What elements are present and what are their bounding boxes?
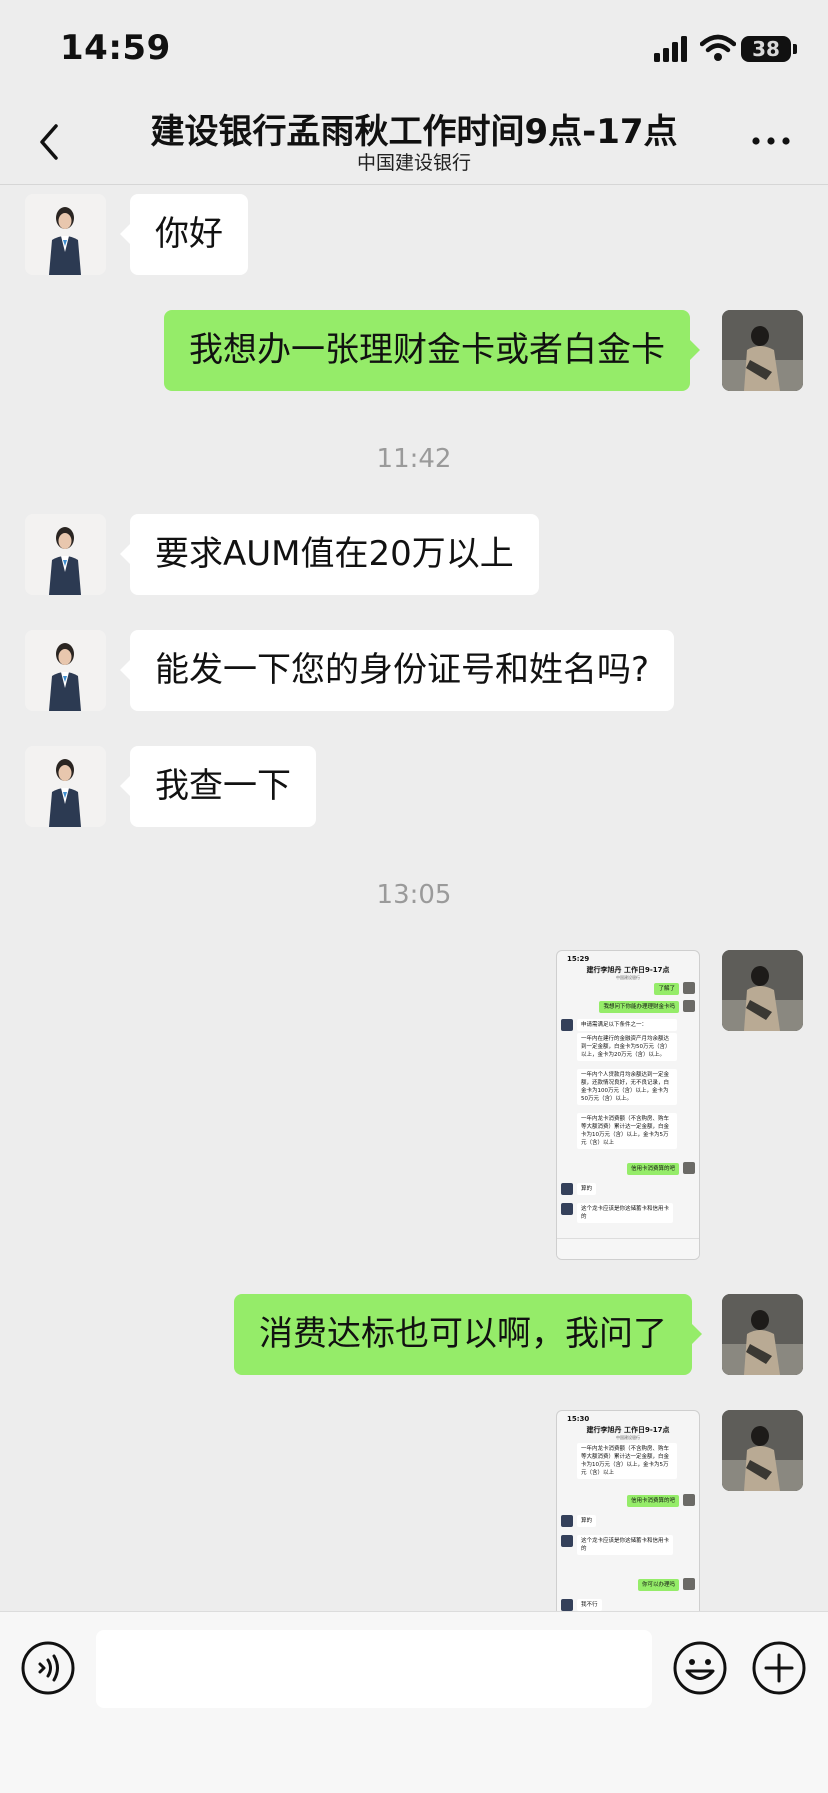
screenshot-status-time: 15:30 [567, 1415, 590, 1423]
screenshot-message: 信用卡消费算的吧 [626, 1163, 679, 1175]
chevron-left-icon[interactable] [24, 116, 74, 166]
message-bubble-received[interactable]: 我查一下 [120, 746, 316, 827]
user-photo-icon [722, 1294, 803, 1375]
battery-indicator: 38 [741, 36, 791, 62]
screenshot-chat-title: 建行李旭丹 工作日9-17点 [586, 1426, 670, 1434]
input-toolbar [0, 1611, 828, 1793]
contact-avatar[interactable] [25, 746, 106, 827]
screenshot-message: 一年内龙卡消费额（不含购房、购车等大额消费）累计达一定金额，白金卡为10万元（含… [577, 1443, 677, 1479]
screenshot-message: 信用卡消费算的吧 [626, 1495, 679, 1507]
screenshot-message: 申请需满足以下条件之一： [577, 1019, 677, 1031]
screenshot-chat-title: 建行李旭丹 工作日9-17点 [586, 966, 670, 974]
screenshot-avatar [561, 1535, 573, 1547]
status-bar: 14:59 38 [0, 0, 828, 96]
screenshot-avatar [561, 1183, 573, 1195]
screenshot-chat-subtitle: 中国建设银行 [616, 1435, 640, 1440]
more-dots-icon[interactable] [748, 116, 798, 166]
cellular-signal-icon [654, 36, 687, 62]
person-avatar-icon [25, 514, 106, 595]
message-input[interactable] [96, 1630, 652, 1708]
voice-icon[interactable] [20, 1640, 76, 1696]
message-bubble-received[interactable]: 能发一下您的身份证号和姓名吗? [119, 630, 675, 711]
message-bubble-sent[interactable]: 消费达标也可以啊，我问了 [234, 1294, 702, 1375]
screenshot-avatar [561, 1599, 573, 1611]
screenshot-message: 了解了 [654, 983, 679, 995]
user-avatar[interactable] [722, 1410, 803, 1491]
screenshot-message: 一年内在建行的金融资产月均余额达到一定金额，白金卡为50万元（含）以上，金卡为2… [577, 1033, 677, 1061]
person-avatar-icon [25, 630, 106, 711]
screenshot-avatar [683, 1000, 695, 1012]
screenshot-avatar [561, 1019, 573, 1031]
user-photo-icon [722, 950, 803, 1031]
person-avatar-icon [25, 194, 106, 275]
screenshot-message: 你可以办理吗 [637, 1579, 679, 1591]
contact-avatar[interactable] [25, 194, 106, 275]
plus-icon[interactable] [751, 1640, 807, 1696]
screenshot-avatar [561, 1203, 573, 1215]
emoji-icon[interactable] [672, 1640, 728, 1696]
screenshot-status-time: 15:29 [567, 955, 590, 963]
screenshot-avatar [561, 1515, 573, 1527]
screenshot-image-message[interactable]: 15:29 建行李旭丹 工作日9-17点 中国建设银行 了解了 我想问下你能办理… [556, 950, 700, 1260]
user-photo-icon [722, 1410, 803, 1491]
status-time: 14:59 [60, 28, 171, 68]
user-avatar[interactable] [722, 1294, 803, 1375]
contact-avatar[interactable] [25, 514, 106, 595]
chat-header: 建设银行孟雨秋工作时间9点-17点 中国建设银行 [0, 96, 828, 185]
screenshot-input-bar [557, 1238, 699, 1259]
screenshot-message: 算的 [577, 1183, 597, 1195]
chat-subtitle: 中国建设银行 [356, 152, 471, 174]
user-avatar[interactable] [722, 950, 803, 1031]
contact-avatar[interactable] [25, 630, 106, 711]
message-bubble-sent[interactable]: 我想办一张理财金卡或者白金卡 [164, 310, 700, 391]
screenshot-avatar [683, 1162, 695, 1174]
screenshot-message: 这个龙卡应该是你这储蓄卡和信用卡的 [577, 1535, 673, 1555]
screenshot-message: 一年内个人贷款月均余额达到一定金额，还款情况良好，无不良记录，白金卡为100万元… [577, 1069, 677, 1105]
screenshot-message: 一年内龙卡消费额（不含购房、购车等大额消费）累计达一定金额，白金卡为10万元（含… [577, 1113, 677, 1149]
chat-title: 建设银行孟雨秋工作时间9点-17点 [150, 112, 678, 152]
screenshot-message: 算的 [577, 1515, 597, 1527]
message-bubble-received[interactable]: 你好 [120, 194, 248, 275]
screenshot-avatar [683, 982, 695, 994]
wifi-icon [700, 34, 736, 61]
user-photo-icon [722, 310, 803, 391]
screenshot-avatar [683, 1578, 695, 1590]
user-avatar[interactable] [722, 310, 803, 391]
timestamp: 11:42 [376, 444, 452, 474]
screenshot-chat-subtitle: 中国建设银行 [616, 975, 640, 980]
person-avatar-icon [25, 746, 106, 827]
screenshot-avatar [683, 1494, 695, 1506]
timestamp: 13:05 [376, 880, 452, 910]
screenshot-message: 这个龙卡应该是你这储蓄卡和信用卡的 [577, 1203, 673, 1223]
message-list[interactable]: 你好 我想办一张理财金卡或者白金卡 11:42 要求AUM值在20万以上 能发一… [0, 184, 828, 1611]
battery-cap [793, 44, 797, 54]
message-bubble-received[interactable]: 要求AUM值在20万以上 [120, 514, 539, 595]
screenshot-message: 我不行 [577, 1599, 602, 1611]
screenshot-message: 我想问下你能办理理财金卡吗 [599, 1001, 679, 1013]
screenshot-image-message[interactable]: 15:30 建行李旭丹 工作日9-17点 中国建设银行 一年内龙卡消费额（不含购… [556, 1410, 700, 1611]
